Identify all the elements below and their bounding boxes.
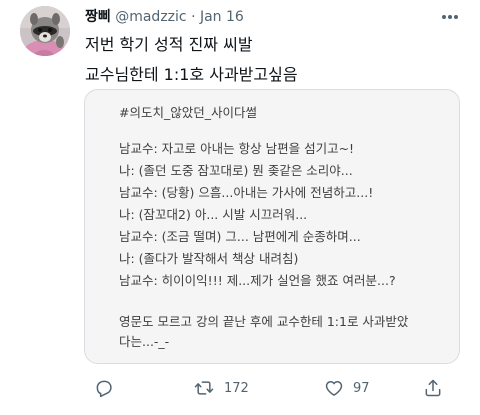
share-icon [425, 379, 441, 397]
action-bar: 172 97 [0, 376, 480, 400]
card-line-11: 다는...-_- [119, 334, 170, 349]
card-line-10: 영문도 모르고 강의 끝난 후에 교수한테 1:1로 사과받았 [119, 314, 409, 329]
raccoon-avatar-image [20, 6, 70, 56]
more-icon [442, 15, 458, 19]
reply-button[interactable] [94, 376, 114, 400]
share-button[interactable] [423, 376, 443, 400]
card-line-5: 나: (잠꼬대2) 아... 시발 시끄러워... [119, 207, 308, 222]
more-options-button[interactable] [438, 8, 462, 26]
retweet-button[interactable]: 172 [193, 376, 249, 400]
card-line-4: 남교수: (당황) 으흠...아내는 가사에 전념하고...! [119, 185, 374, 200]
separator-dot: · [191, 9, 196, 25]
like-count: 97 [353, 380, 370, 396]
heart-icon [325, 381, 343, 396]
author-handle[interactable]: @madzzic [115, 9, 186, 25]
like-button[interactable]: 97 [324, 376, 370, 400]
card-line-8: 남교수: 히이이익!!! 제...제가 실언을 했죠 여러분...? [119, 273, 396, 288]
avatar[interactable] [20, 6, 70, 56]
tweet-header: 짱삐 @madzzic · Jan 16 [85, 7, 244, 27]
card-line-3: 나: (졸던 도중 잠꼬대로) 뭔 좆같은 소리야... [119, 163, 353, 178]
card-line-7: 나: (졸다가 발작해서 책상 내려침) [119, 251, 299, 266]
retweet-icon [194, 381, 214, 395]
card-line-6: 남교수: (조금 떨며) 그... 남편에게 순종하며... [119, 229, 361, 244]
retweet-count: 172 [224, 380, 249, 396]
tweet-date[interactable]: Jan 16 [200, 9, 244, 25]
tweet-text-line-2: 교수님한테 1:1호 사과받고싶음 [85, 65, 298, 84]
card-hashtag: #의도치_않았던_사이다썰 [119, 105, 257, 120]
attached-image-card[interactable]: #의도치_않았던_사이다썰 남교수: 자고로 아내는 항상 남편을 섬기고~! … [84, 89, 460, 364]
tweet-text-line-1: 저번 학기 성적 진짜 씨발 [85, 35, 253, 54]
card-line-2: 남교수: 자고로 아내는 항상 남편을 섬기고~! [119, 141, 355, 156]
reply-icon [96, 380, 112, 398]
author-name[interactable]: 짱삐 [85, 9, 111, 25]
